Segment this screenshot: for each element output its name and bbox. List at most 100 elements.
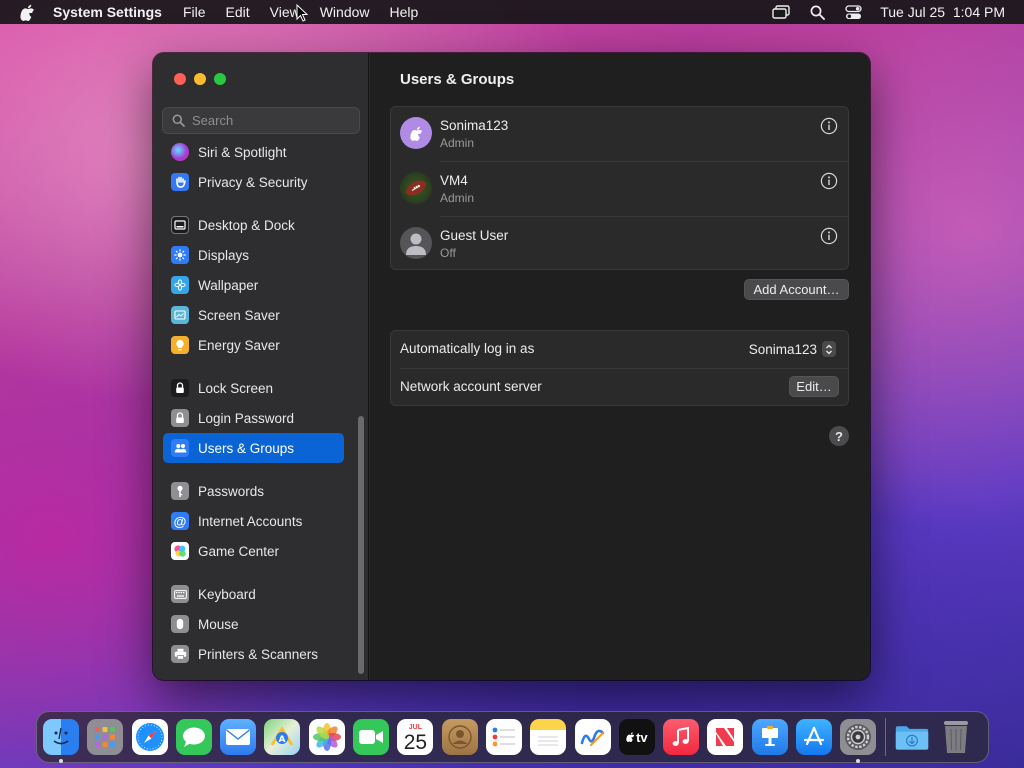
sidebar-item-energy-saver[interactable]: Energy Saver <box>163 330 344 360</box>
sidebar-item-printers-scanners[interactable]: Printers & Scanners <box>163 639 344 669</box>
user-row-vm4[interactable]: VM4 Admin <box>391 162 848 217</box>
users-list: Sonima123 Admin VM4 Admin Guest User Off <box>390 106 849 270</box>
close-button[interactable] <box>174 73 186 85</box>
trash-icon[interactable] <box>938 719 974 755</box>
sidebar-item-label: Internet Accounts <box>198 513 303 529</box>
sidebar-item-mouse[interactable]: Mouse <box>163 609 344 639</box>
menu-file[interactable]: File <box>173 0 216 24</box>
sidebar-item-label: Siri & Spotlight <box>198 144 287 160</box>
sidebar-item-label: Login Password <box>198 410 295 426</box>
music-icon[interactable] <box>663 719 700 755</box>
finder-icon[interactable] <box>43 719 79 763</box>
sidebar-item-siri-spotlight[interactable]: Siri & Spotlight <box>163 137 344 167</box>
news-icon[interactable] <box>707 719 744 755</box>
notes-icon[interactable] <box>530 719 567 755</box>
mouse-pointer-icon <box>296 3 309 22</box>
system-settings-window: Siri & Spotlight Privacy & Security Desk… <box>153 53 870 680</box>
user-row-guest-user[interactable]: Guest User Off <box>391 217 848 272</box>
sidebar-item-login-password[interactable]: Login Password <box>163 403 344 433</box>
auto-login-select[interactable]: Sonima123 <box>749 340 836 358</box>
mail-icon[interactable] <box>220 719 257 755</box>
mouse-icon <box>171 615 189 633</box>
launchpad-icon[interactable] <box>87 719 124 755</box>
sidebar-item-displays[interactable]: Displays <box>163 240 344 270</box>
page-title: Users & Groups <box>400 71 515 88</box>
spotlight-search-icon[interactable] <box>808 4 826 20</box>
sidebar-scrollbar[interactable] <box>358 416 364 674</box>
sidebar-item-label: Game Center <box>198 543 280 559</box>
sidebar-item-label: Privacy & Security <box>198 174 308 190</box>
calendar-icon[interactable]: JUL 25 <box>397 719 434 755</box>
freeform-icon[interactable] <box>574 719 611 755</box>
sidebar-item-label: Keyboard <box>198 586 256 602</box>
sidebar-search[interactable] <box>162 107 360 134</box>
sidebar-item-label: Screen Saver <box>198 307 280 323</box>
dock-icon <box>171 216 189 234</box>
sidebar-item-lock-screen[interactable]: Lock Screen <box>163 373 344 403</box>
keyboard-icon <box>171 585 189 603</box>
settings-icon[interactable] <box>840 719 877 763</box>
maps-icon[interactable]: A <box>264 719 301 755</box>
menu-app-name[interactable]: System Settings <box>53 0 173 24</box>
network-server-row: Network account server Edit… <box>391 369 848 406</box>
apple-menu-icon[interactable] <box>17 2 37 22</box>
sidebar-item-label: Lock Screen <box>198 380 274 396</box>
login-options: Automatically log in as Sonima123 Networ… <box>390 330 849 406</box>
user-name: Guest User <box>440 228 509 243</box>
contacts-icon[interactable] <box>441 719 478 755</box>
sidebar-item-screen-saver[interactable]: Screen Saver <box>163 300 344 330</box>
menu-edit[interactable]: Edit <box>216 0 260 24</box>
key-icon <box>171 482 189 500</box>
auto-login-row: Automatically log in as Sonima123 <box>391 331 848 368</box>
add-account-button[interactable]: Add Account… <box>744 279 849 300</box>
sidebar-item-wallpaper[interactable]: Wallpaper <box>163 270 344 300</box>
gamecenter-icon <box>171 542 189 560</box>
menu-window[interactable]: Window <box>310 0 380 24</box>
control-center-icon[interactable] <box>844 4 862 20</box>
info-icon[interactable] <box>820 227 838 245</box>
user-role: Admin <box>440 191 475 205</box>
search-icon <box>172 114 185 127</box>
sidebar-item-privacy-security[interactable]: Privacy & Security <box>163 167 344 197</box>
downloads-folder-icon[interactable] <box>894 719 930 755</box>
auto-login-value: Sonima123 <box>748 341 817 357</box>
sidebar-item-passwords[interactable]: Passwords <box>163 476 344 506</box>
running-indicator <box>856 759 861 763</box>
info-icon[interactable] <box>820 172 838 190</box>
reminders-icon[interactable] <box>485 719 522 755</box>
minimize-button[interactable] <box>194 73 206 85</box>
lock-icon <box>171 379 189 397</box>
user-row-sonima123[interactable]: Sonima123 Admin <box>391 107 848 162</box>
padlock-icon <box>171 409 189 427</box>
photos-icon[interactable] <box>308 719 345 755</box>
siri-icon <box>171 143 189 161</box>
sidebar-item-label: Users & Groups <box>198 440 295 456</box>
help-button[interactable]: ? <box>829 426 849 446</box>
svg-text:A: A <box>279 735 286 745</box>
menubar-clock[interactable]: Tue Jul 25 1:04 PM <box>880 4 1005 20</box>
sidebar-item-internet-accounts[interactable]: @ Internet Accounts <box>163 506 344 536</box>
safari-icon[interactable] <box>131 719 168 755</box>
appstore-icon[interactable] <box>796 719 833 755</box>
sidebar-item-keyboard[interactable]: Keyboard <box>163 579 344 609</box>
messages-icon[interactable] <box>175 719 212 755</box>
flower-icon <box>171 276 189 294</box>
tv-icon[interactable]: tv <box>618 719 655 755</box>
bulb-icon <box>171 336 189 354</box>
sidebar-item-desktop-dock[interactable]: Desktop & Dock <box>163 210 344 240</box>
tv-label: tv <box>636 729 648 745</box>
edit-button[interactable]: Edit… <box>789 376 839 397</box>
sidebar-item-label: Mouse <box>198 616 239 632</box>
info-icon[interactable] <box>820 117 838 135</box>
running-indicator <box>59 759 63 763</box>
sidebar-item-game-center[interactable]: Game Center <box>163 536 344 566</box>
keynote-icon[interactable] <box>751 719 788 755</box>
screen-mirroring-icon[interactable] <box>772 4 790 20</box>
sidebar-item-users-groups[interactable]: Users & Groups <box>163 433 344 463</box>
menu-help[interactable]: Help <box>380 0 429 24</box>
facetime-icon[interactable] <box>353 719 390 755</box>
zoom-button[interactable] <box>214 73 226 85</box>
search-input[interactable] <box>192 113 352 128</box>
dock-separator <box>884 718 886 756</box>
user-role: Off <box>440 246 456 260</box>
